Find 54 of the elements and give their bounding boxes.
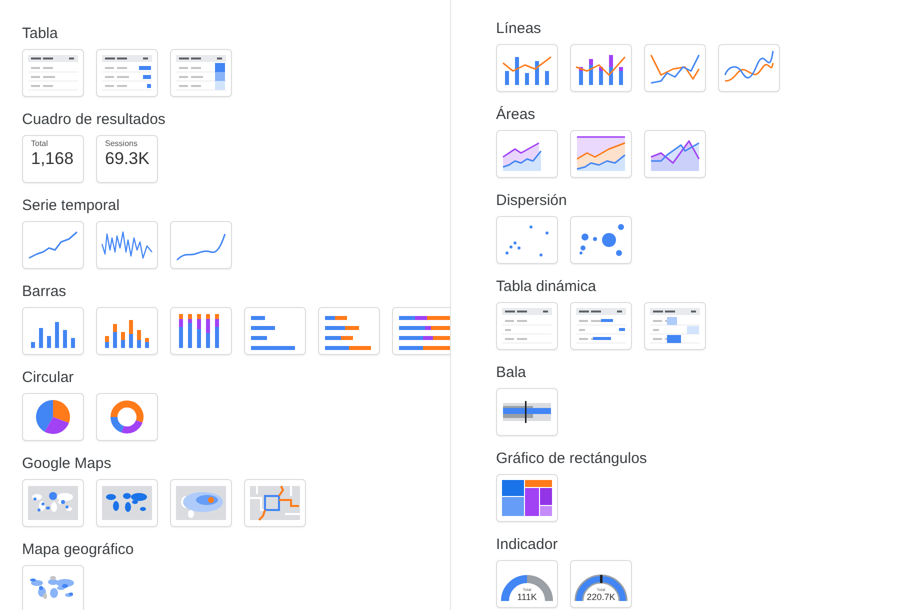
chart-type-button[interactable] [570,130,632,178]
chart-type-button[interactable] [22,393,84,441]
section-title: Tabla dinámica [496,277,598,297]
chart-type-button[interactable] [244,307,306,355]
gauge-icon [574,574,628,602]
chart-type-button[interactable] [170,49,232,97]
scorecard-button[interactable]: Sessions 69.3K [96,135,158,183]
chart-type-button[interactable] [570,216,632,264]
chart-type-button[interactable] [170,479,232,527]
scorecard-label: Sessions [105,139,138,149]
chart-type-button[interactable] [96,393,158,441]
section-title: Tabla [22,24,59,44]
gauge-value: 220.7K [586,592,616,602]
chart-type-button[interactable] [496,474,558,522]
chart-type-button[interactable] [644,130,706,178]
scorecard-value: 69.3K [105,149,150,169]
chart-type-button[interactable] [22,307,84,355]
chart-type-button[interactable] [718,44,780,92]
gauge-value: 111K [517,592,537,602]
chart-type-button[interactable] [22,479,84,527]
chart-type-button[interactable] [644,302,706,350]
chart-type-button[interactable] [496,44,558,92]
section-title: Gráfico de rectángulos [496,449,648,469]
section-title: Serie temporal [22,196,121,216]
section-title: Bala [496,363,528,383]
section-title: Áreas [496,105,536,125]
section-title: Google Maps [22,454,112,474]
chart-type-button[interactable] [22,221,84,269]
chart-type-button[interactable] [22,565,84,610]
chart-type-button[interactable] [170,221,232,269]
scorecard-label: Total [31,139,48,149]
section-title: Barras [22,282,68,302]
chart-type-button[interactable] [96,479,158,527]
chart-type-button[interactable] [96,221,158,269]
chart-type-button[interactable] [644,44,706,92]
section-title: Indicador [496,535,559,555]
section-title: Mapa geográfico [22,540,135,560]
chart-type-button[interactable] [96,49,158,97]
chart-type-button[interactable] [392,307,450,355]
chart-type-button[interactable] [570,302,632,350]
chart-type-button[interactable] [496,388,558,436]
scorecard-value: 1,168 [31,149,74,169]
chart-type-button[interactable] [570,44,632,92]
section-title: Cuadro de resultados [22,110,166,130]
section-title: Líneas [496,19,542,39]
scorecard-button[interactable]: Total 1,168 [22,135,84,183]
gauge-icon [501,575,553,602]
chart-type-button[interactable] [318,307,380,355]
section-title: Dispersión [496,191,568,211]
chart-type-button[interactable] [170,307,232,355]
section-title: Circular [22,368,75,388]
chart-type-button[interactable] [96,307,158,355]
chart-type-button[interactable] [244,479,306,527]
chart-type-button[interactable] [496,130,558,178]
